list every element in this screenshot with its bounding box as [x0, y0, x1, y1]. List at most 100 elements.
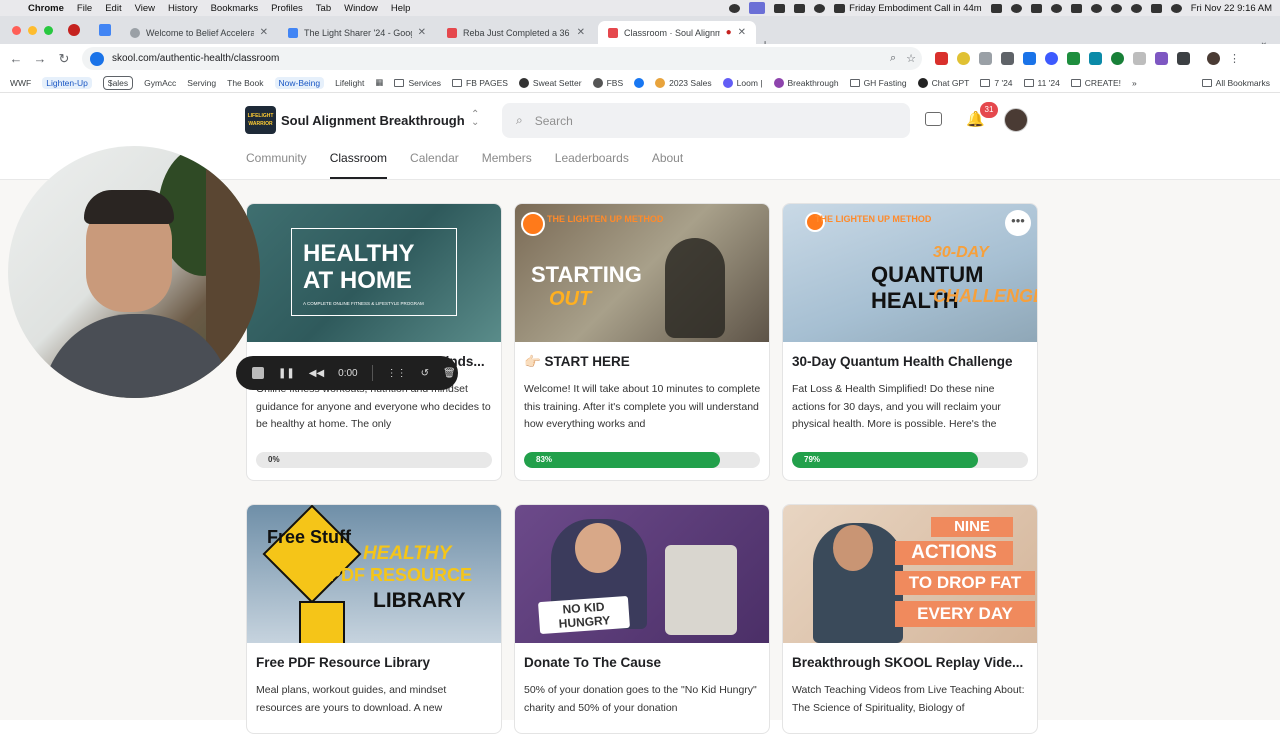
more-bookmarks-chevron-icon[interactable]: »	[1132, 78, 1137, 88]
close-tab-icon[interactable]: ✕	[738, 27, 746, 38]
tab-about[interactable]: About	[652, 151, 683, 179]
menu-history[interactable]: History	[168, 3, 198, 14]
menu-edit[interactable]: Edit	[105, 3, 121, 14]
display-status-icon[interactable]	[1030, 3, 1042, 13]
extension-icon[interactable]	[1045, 52, 1058, 65]
extension-icon[interactable]	[1111, 52, 1124, 65]
bookmark-item[interactable]: Loom |	[722, 77, 763, 88]
rewind-icon[interactable]: ◀◀	[309, 368, 324, 379]
close-tab-icon[interactable]: ✕	[418, 27, 426, 38]
extension-icon[interactable]	[1001, 52, 1014, 65]
menu-help[interactable]: Help	[391, 3, 411, 14]
menu-file[interactable]: File	[77, 3, 92, 14]
maximize-window-button[interactable]	[44, 26, 53, 35]
bookmark-item[interactable]: Serving	[187, 78, 216, 88]
avatar[interactable]	[1004, 108, 1028, 132]
extension-icon[interactable]	[1067, 52, 1080, 65]
notes-status-icon[interactable]	[794, 3, 806, 13]
tab-light-sharer[interactable]: The Light Sharer '24 - Googl ✕	[278, 21, 436, 44]
tab-belief-accelerator[interactable]: Welcome to Belief Accelerato ✕	[120, 21, 278, 44]
reload-icon[interactable]: ↻	[52, 51, 76, 67]
drag-handle-icon[interactable]: ⋮⋮	[387, 368, 407, 379]
wifi-icon[interactable]	[1090, 3, 1102, 13]
bookmark-folder[interactable]: Services	[394, 78, 441, 88]
chat-icon[interactable]	[925, 112, 942, 126]
menu-window[interactable]: Window	[344, 3, 378, 14]
extension-icon[interactable]	[957, 52, 970, 65]
close-window-button[interactable]	[12, 26, 21, 35]
group-name[interactable]: Soul Alignment Breakthrough	[281, 113, 465, 128]
zoom-status-icon[interactable]	[774, 3, 786, 13]
bookmark-item[interactable]: Now-Being	[274, 76, 325, 89]
link-extension-icon[interactable]	[1023, 52, 1036, 65]
profile-avatar-icon[interactable]	[1207, 52, 1220, 65]
extension-icon[interactable]	[1089, 52, 1102, 65]
pinned-tab-icon[interactable]	[68, 24, 80, 36]
bookmark-item[interactable]: GymAcc	[144, 78, 176, 88]
control-center-icon[interactable]	[1150, 3, 1162, 13]
bookmark-folder[interactable]: GH Fasting	[849, 78, 907, 88]
bookmark-item[interactable]: $ales	[102, 75, 134, 90]
menu-profiles[interactable]: Profiles	[271, 3, 303, 14]
menu-tab[interactable]: Tab	[316, 3, 331, 14]
zoom-icon[interactable]: ⌕	[890, 52, 896, 65]
webcam-overlay[interactable]	[8, 146, 260, 398]
screen-recorder-icon[interactable]	[749, 2, 766, 14]
bluetooth-icon[interactable]	[1070, 3, 1082, 13]
pause-icon[interactable]: ❚❚	[278, 368, 295, 379]
bookmark-item[interactable]: Lifelight	[335, 78, 364, 88]
bookmark-star-icon[interactable]: ☆	[906, 52, 916, 65]
bookmark-item[interactable]: Chat GPT	[917, 77, 969, 88]
bookmark-item[interactable]: 2023 Sales	[655, 77, 712, 88]
tab-members[interactable]: Members	[482, 151, 532, 179]
playback-status-icon[interactable]	[1010, 3, 1022, 13]
apps-grid-icon[interactable]: ▦	[375, 77, 383, 88]
course-card[interactable]: Free Stuff HEALTHY PDF RESOURCE LIBRARY …	[246, 504, 502, 734]
bookmark-item[interactable]: Breakthrough	[773, 77, 839, 88]
stop-recording-icon[interactable]	[252, 367, 264, 379]
clock[interactable]: Fri Nov 22 9:16 AM	[1191, 3, 1272, 14]
course-card[interactable]: THE LIGHTEN UP METHOD STARTING OUT 👉🏻 ST…	[514, 203, 770, 481]
bookmark-item[interactable]: Lighten-Up	[42, 76, 92, 89]
menu-app[interactable]: Chrome	[28, 3, 64, 14]
facebook-bookmark-icon[interactable]	[634, 77, 645, 88]
microphone-status-icon[interactable]	[729, 3, 741, 13]
youtube-extension-icon[interactable]	[935, 52, 948, 65]
tab-reba[interactable]: Reba Just Completed a 36 Ho ✕	[437, 21, 595, 44]
tab-leaderboards[interactable]: Leaderboards	[555, 151, 629, 179]
bookmark-folder[interactable]: CREATE!	[1070, 78, 1121, 88]
siri-icon[interactable]	[1170, 3, 1182, 13]
group-logo[interactable]: LIFELIGHT WARRIOR	[245, 106, 276, 134]
calendar-event-status[interactable]: Friday Embodiment Call in 44m	[834, 3, 982, 14]
bookmark-folder[interactable]: FB PAGES	[452, 78, 508, 88]
trash-icon[interactable]: 🗑	[443, 368, 456, 379]
volume-icon[interactable]	[1050, 3, 1062, 13]
battery-status-icon[interactable]	[990, 3, 1002, 13]
close-tab-icon[interactable]: ✕	[260, 27, 268, 38]
minimize-window-button[interactable]	[28, 26, 37, 35]
menu-view[interactable]: View	[135, 3, 155, 14]
back-arrow-icon[interactable]: ←	[4, 51, 28, 66]
address-bar[interactable]: skool.com/authentic-health/classroom ⌕ ☆	[82, 47, 922, 70]
bookmark-item[interactable]: The Book	[227, 78, 263, 88]
tab-calendar[interactable]: Calendar	[410, 151, 459, 179]
extension-icon[interactable]	[979, 52, 992, 65]
forward-arrow-icon[interactable]: →	[28, 51, 52, 66]
extension-icon[interactable]	[1155, 52, 1168, 65]
course-card[interactable]: THE LIGHTEN UP METHOD 30-DAY QUANTUM HEA…	[782, 203, 1038, 481]
tab-classroom[interactable]: Classroom	[329, 151, 388, 179]
group-switcher-chevron-icon[interactable]: ⌃ ⌄	[471, 110, 479, 128]
bookmark-item[interactable]: Sweat Setter	[518, 77, 582, 88]
all-bookmarks-button[interactable]: All Bookmarks	[1201, 78, 1270, 88]
more-options-icon[interactable]: •••	[1005, 210, 1031, 236]
extension-status-icon[interactable]	[814, 3, 826, 13]
close-tab-icon[interactable]: ✕	[577, 27, 585, 38]
course-card[interactable]: NO KID HUNGRY Donate To The Cause 50% of…	[514, 504, 770, 734]
browser-menu-icon[interactable]: ⋮	[1229, 52, 1240, 65]
user-status-icon[interactable]	[1110, 3, 1122, 13]
tab-classroom[interactable]: Classroom · Soul Alignme ● ✕	[598, 21, 756, 44]
search-input[interactable]: ⌕ Search	[502, 103, 910, 138]
spotlight-search-icon[interactable]	[1130, 3, 1142, 13]
site-info-icon[interactable]	[90, 51, 104, 66]
course-card[interactable]: NINE ACTIONS TO DROP FAT EVERY DAY Break…	[782, 504, 1038, 734]
